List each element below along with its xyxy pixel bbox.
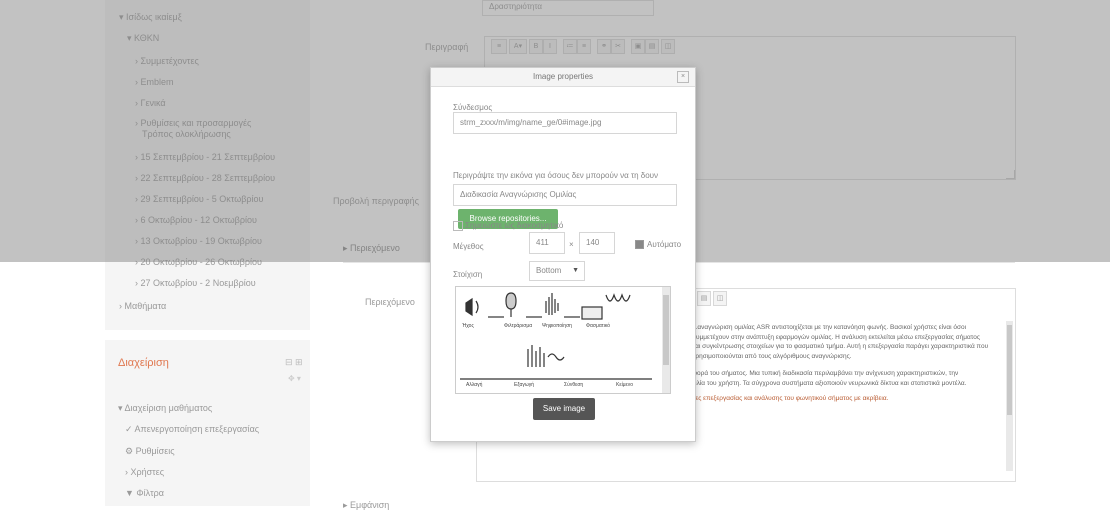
dialog-header: Image properties ×: [431, 68, 695, 87]
content-label: Περιεχόμενο: [365, 297, 415, 307]
alignment-label: Στοίχιση: [453, 270, 483, 279]
block-title: Διαχείριση: [118, 357, 169, 369]
chevron-down-icon: ▼: [572, 267, 579, 274]
diagram-label: Ήχος: [461, 323, 474, 329]
alignment-value: Bottom: [536, 266, 562, 275]
nav-item[interactable]: › Μαθήματα: [119, 301, 166, 312]
dialog-title: Image properties: [532, 72, 594, 81]
url-label: Σύνδεσμος: [453, 103, 493, 112]
admin-item[interactable]: ▼ Φίλτρα: [125, 488, 164, 498]
diagram-label: Ψηφιοποίηση: [542, 323, 572, 329]
diagram-label: Εξαγωγή: [514, 381, 534, 388]
admin-item[interactable]: ⚙ Ρυθμίσεις: [125, 446, 175, 457]
files-icon[interactable]: ▤: [697, 291, 711, 306]
speech-recognition-diagram: Ήχος Φιλτράρισμα Ψηφιοποίηση Φασματικό Α…: [460, 292, 652, 388]
preview-scrollbar[interactable]: [662, 287, 670, 393]
diagram-label: Φασματικό: [586, 322, 610, 329]
scrollbar-thumb[interactable]: [1007, 325, 1012, 415]
admin-item[interactable]: › Χρήστες: [125, 467, 164, 477]
close-icon[interactable]: ×: [677, 71, 689, 83]
admin-item[interactable]: ✓ Απενεργοποίηση επεξεργασίας: [125, 424, 259, 435]
size-label: Μέγεθος: [453, 242, 484, 251]
diagram-label: Αλλαγή: [466, 381, 483, 388]
scrollbar-thumb[interactable]: [663, 295, 669, 365]
save-image-button[interactable]: Save image: [533, 398, 595, 420]
width-input[interactable]: 411: [529, 232, 565, 254]
admin-item[interactable]: ▾ Διαχείριση μαθήματος: [118, 403, 212, 414]
decorative-checkbox[interactable]: [453, 221, 463, 231]
diagram-label: Φιλτράρισμα: [504, 322, 532, 329]
alignment-select[interactable]: Bottom ▼: [529, 261, 585, 281]
url-input[interactable]: strm_zxxx/m/img/name_ge/0#image.jpg: [453, 112, 677, 134]
nav-item[interactable]: › 27 Οκτωβρίου - 2 Νοεμβρίου: [135, 278, 256, 289]
auto-size-checkbox[interactable]: [635, 240, 644, 249]
auto-size-label: Αυτόματο: [647, 240, 682, 249]
media-icon[interactable]: ◫: [713, 291, 727, 306]
block-move-icon[interactable]: ✥ ▾: [288, 374, 301, 383]
times-icon: ×: [569, 240, 574, 249]
alt-text-label: Περιγράψτε την εικόνα για όσους δεν μπορ…: [453, 171, 659, 180]
alt-text-input[interactable]: Διαδικασία Αναγνώρισης Ομιλίας: [453, 184, 677, 206]
diagram-label: Κείμενο: [616, 382, 633, 388]
editor-scrollbar[interactable]: [1006, 321, 1013, 471]
block-controls-icon[interactable]: ⊟ ⊞: [285, 357, 303, 368]
height-input[interactable]: 140: [579, 232, 615, 254]
image-preview: Ήχος Φιλτράρισμα Ψηφιοποίηση Φασματικό Α…: [455, 286, 671, 394]
diagram-label: Σύνθεση: [564, 381, 583, 388]
image-properties-dialog: Image properties × Σύνδεσμος strm_zxxx/m…: [430, 67, 696, 442]
decorative-label: Σημειώστε ως διακοσμητικό: [465, 221, 564, 230]
